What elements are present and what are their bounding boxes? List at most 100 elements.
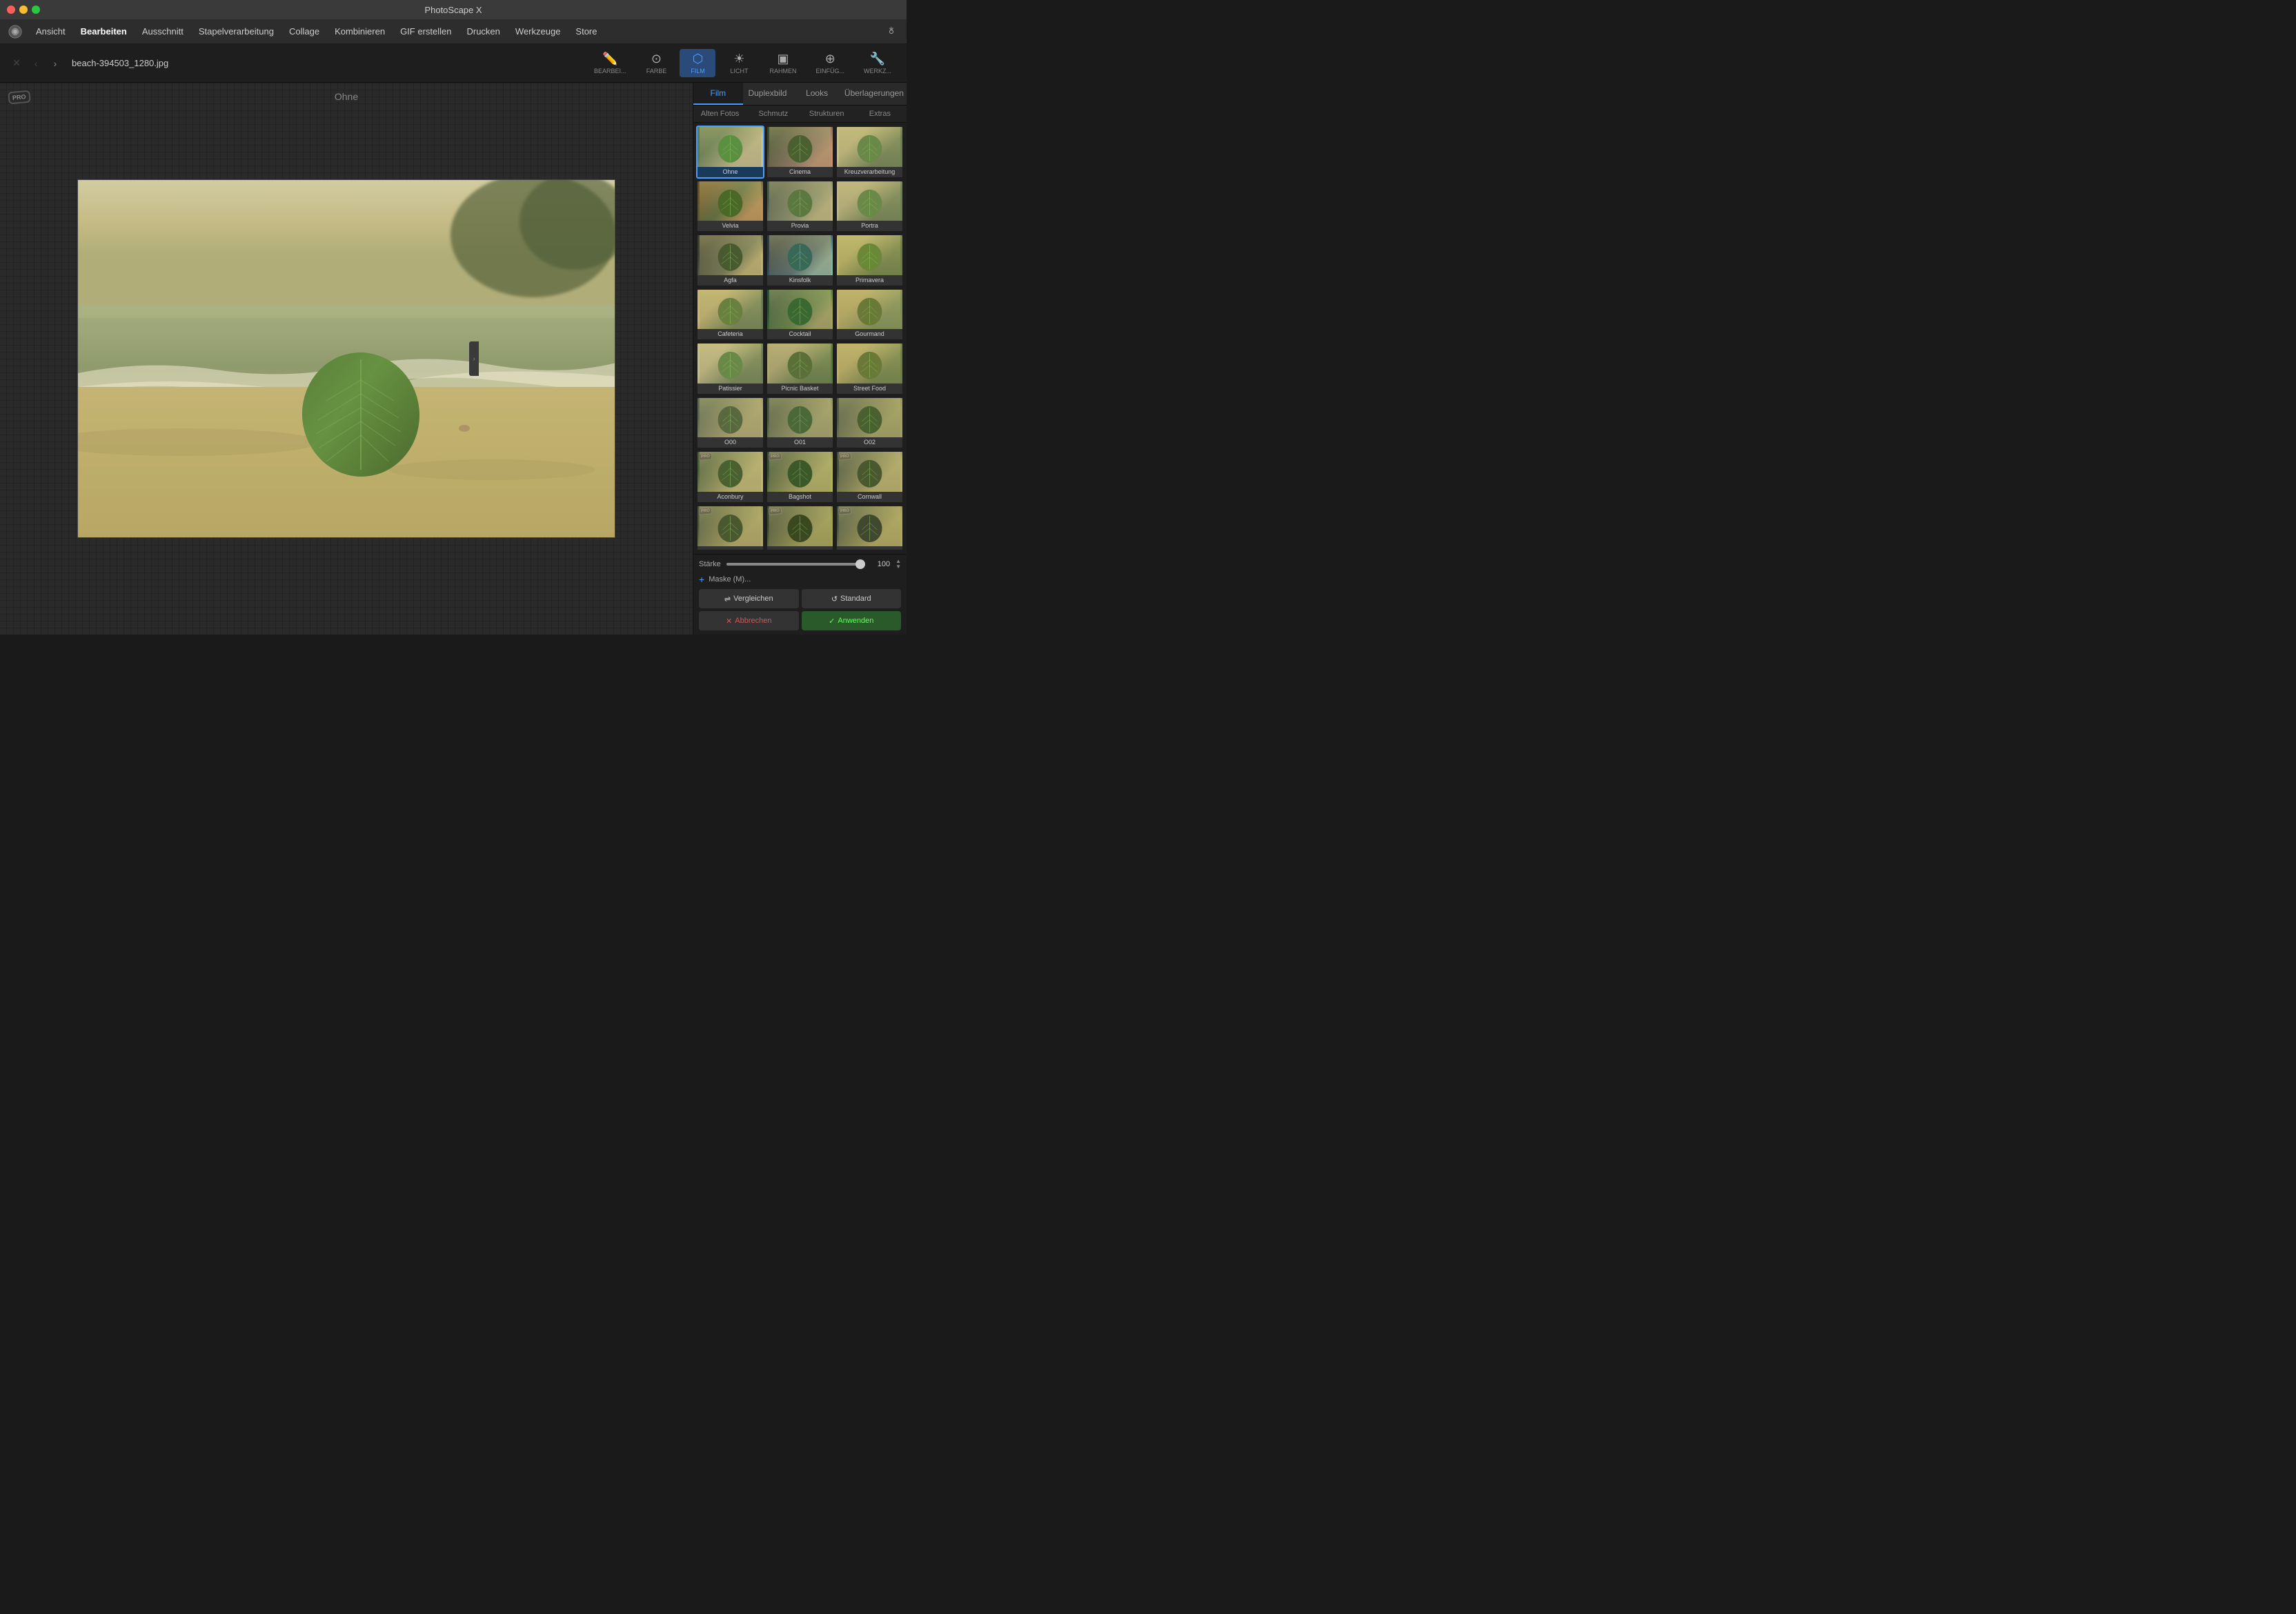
- menu-gif[interactable]: GIF erstellen: [393, 23, 458, 39]
- filter-item-street[interactable]: Street Food: [835, 342, 904, 395]
- apply-button[interactable]: ✓ Anwenden: [802, 611, 902, 630]
- filter-item-o02[interactable]: O02: [835, 397, 904, 450]
- close-button[interactable]: [7, 6, 15, 14]
- menu-bearbeiten[interactable]: Bearbeiten: [74, 23, 134, 39]
- filter-item-aconbury[interactable]: PRO Aconbury: [696, 450, 764, 504]
- filter-item-cocktail[interactable]: Cocktail: [766, 288, 834, 341]
- app-title: PhotoScape X: [424, 5, 482, 15]
- tab-ueberlagerungen[interactable]: Überlagerungen: [842, 83, 907, 105]
- filter-item-more2[interactable]: PRO: [766, 505, 834, 551]
- filter-thumb-agfa: [697, 235, 763, 275]
- next-file-button[interactable]: ›: [47, 55, 63, 72]
- menu-ansicht[interactable]: Ansicht: [29, 23, 72, 39]
- tab-schmutz[interactable]: Schmutz: [746, 106, 800, 122]
- mask-button[interactable]: + Maske (M)...: [699, 574, 901, 585]
- close-file-button[interactable]: ✕: [8, 55, 25, 72]
- toolbar: ✕ ‹ › beach-394503_1280.jpg ✏️ BEARBEI..…: [0, 44, 907, 83]
- menu-ausschnitt[interactable]: Ausschnitt: [135, 23, 190, 39]
- tool-farbe[interactable]: ⊙ FARBE: [638, 49, 674, 77]
- minimize-button[interactable]: [19, 6, 28, 14]
- menu-drucken[interactable]: Drucken: [459, 23, 506, 39]
- tab-alten[interactable]: Alten Fotos: [693, 106, 746, 122]
- tab-looks[interactable]: Looks: [792, 83, 842, 105]
- panel-collapse-button[interactable]: ›: [469, 341, 479, 376]
- tab-extras[interactable]: Extras: [853, 106, 907, 122]
- filter-name-velvia: Velvia: [697, 221, 763, 231]
- strength-stepper[interactable]: ▲ ▼: [895, 559, 901, 570]
- filter-name-agfa: Agfa: [697, 275, 763, 286]
- tool-buttons: ✏️ BEARBEI... ⊙ FARBE ⬡ FILM ☀ LICHT ▣ R…: [587, 49, 898, 77]
- frame-icon: ▣: [777, 52, 789, 66]
- filter-name-gourmand: Gourmand: [837, 329, 902, 339]
- filter-thumb-velvia: [697, 181, 763, 221]
- filter-item-gourmand[interactable]: Gourmand: [835, 288, 904, 341]
- maximize-button[interactable]: [32, 6, 40, 14]
- filter-name-picnic: Picnic Basket: [767, 383, 833, 394]
- titlebar: PhotoScape X: [0, 0, 907, 19]
- tab-film[interactable]: Film: [693, 83, 743, 105]
- stepper-down[interactable]: ▼: [895, 564, 901, 570]
- cancel-button[interactable]: ✕ Abbrechen: [699, 611, 799, 630]
- strength-slider[interactable]: [726, 563, 865, 566]
- filter-item-kinsfolk[interactable]: Kinsfolk: [766, 234, 834, 287]
- tool-einfugen[interactable]: ⊕ EINFÜG...: [809, 49, 851, 77]
- filter-item-primavera[interactable]: Primavera: [835, 234, 904, 287]
- filter-item-cinema[interactable]: Cinema: [766, 126, 834, 179]
- standard-button[interactable]: ↺ Standard: [802, 589, 902, 608]
- tool-bearbeiten[interactable]: ✏️ BEARBEI...: [587, 49, 633, 77]
- filter-thumb-picnic: [767, 343, 833, 383]
- filter-name-bagshot: Bagshot: [767, 492, 833, 502]
- menu-collage[interactable]: Collage: [282, 23, 326, 39]
- filter-thumb-cornwall: PRO: [837, 452, 902, 492]
- tool-film[interactable]: ⬡ FILM: [680, 49, 715, 77]
- filter-name-more2: [767, 546, 833, 550]
- settings-button[interactable]: [882, 22, 901, 41]
- filter-name-kreuz: Kreuzverarbeitung: [837, 167, 902, 177]
- filter-thumb-o02: [837, 398, 902, 438]
- prev-file-button[interactable]: ‹: [28, 55, 44, 72]
- filter-item-ohne[interactable]: Ohne: [696, 126, 764, 179]
- canvas-area: PRO Ohne: [0, 83, 693, 635]
- tools-icon: 🔧: [870, 52, 885, 66]
- filter-name-ohne: Ohne: [697, 167, 763, 177]
- filter-name-portra: Portra: [837, 221, 902, 231]
- compare-standard-row: ⇌ Vergleichen ↺ Standard: [699, 589, 901, 608]
- filter-item-portra[interactable]: Portra: [835, 180, 904, 233]
- filter-item-velvia[interactable]: Velvia: [696, 180, 764, 233]
- filter-item-provia[interactable]: Provia: [766, 180, 834, 233]
- filter-item-patissier[interactable]: Patissier: [696, 342, 764, 395]
- tool-werkz[interactable]: 🔧 WERKZ...: [857, 49, 898, 77]
- menu-kombinieren[interactable]: Kombinieren: [328, 23, 392, 39]
- tab-strukturen[interactable]: Strukturen: [800, 106, 853, 122]
- right-panel: Film Duplexbild Looks Überlagerungen Alt…: [693, 83, 907, 635]
- tool-rahmen[interactable]: ▣ RAHMEN: [762, 49, 803, 77]
- filter-item-cornwall[interactable]: PRO Cornwall: [835, 450, 904, 504]
- filter-item-o01[interactable]: O01: [766, 397, 834, 450]
- filter-thumb-more3: PRO: [837, 506, 902, 546]
- filter-item-bagshot[interactable]: PRO Bagshot: [766, 450, 834, 504]
- filter-item-picnic[interactable]: Picnic Basket: [766, 342, 834, 395]
- filename: beach-394503_1280.jpg: [72, 58, 168, 68]
- filter-item-more3[interactable]: PRO: [835, 505, 904, 551]
- insert-icon: ⊕: [825, 52, 835, 66]
- filter-thumb-kinsfolk: [767, 235, 833, 275]
- light-icon: ☀: [733, 52, 744, 66]
- compare-button[interactable]: ⇌ Vergleichen: [699, 589, 799, 608]
- filter-item-o00[interactable]: O00: [696, 397, 764, 450]
- menu-stapel[interactable]: Stapelverarbeitung: [192, 23, 281, 39]
- filter-item-agfa[interactable]: Agfa: [696, 234, 764, 287]
- film-icon: ⬡: [693, 52, 704, 66]
- menu-werkzeuge[interactable]: Werkzeuge: [508, 23, 568, 39]
- filter-thumb-more1: PRO: [697, 506, 763, 546]
- menu-store[interactable]: Store: [568, 23, 604, 39]
- compare-icon: ⇌: [724, 595, 731, 604]
- tab-duplexbild[interactable]: Duplexbild: [743, 83, 793, 105]
- tool-licht[interactable]: ☀ LICHT: [721, 49, 757, 77]
- filter-name-more3: [837, 546, 902, 550]
- filter-item-more1[interactable]: PRO: [696, 505, 764, 551]
- filter-item-cafeteria[interactable]: Cafeteria: [696, 288, 764, 341]
- filter-thumb-ohne: [697, 127, 763, 167]
- bottom-panel: Stärke 100 ▲ ▼ + Maske (M)... ⇌: [693, 554, 907, 635]
- filter-item-kreuz[interactable]: Kreuzverarbeitung: [835, 126, 904, 179]
- filter-thumb-cocktail: [767, 290, 833, 330]
